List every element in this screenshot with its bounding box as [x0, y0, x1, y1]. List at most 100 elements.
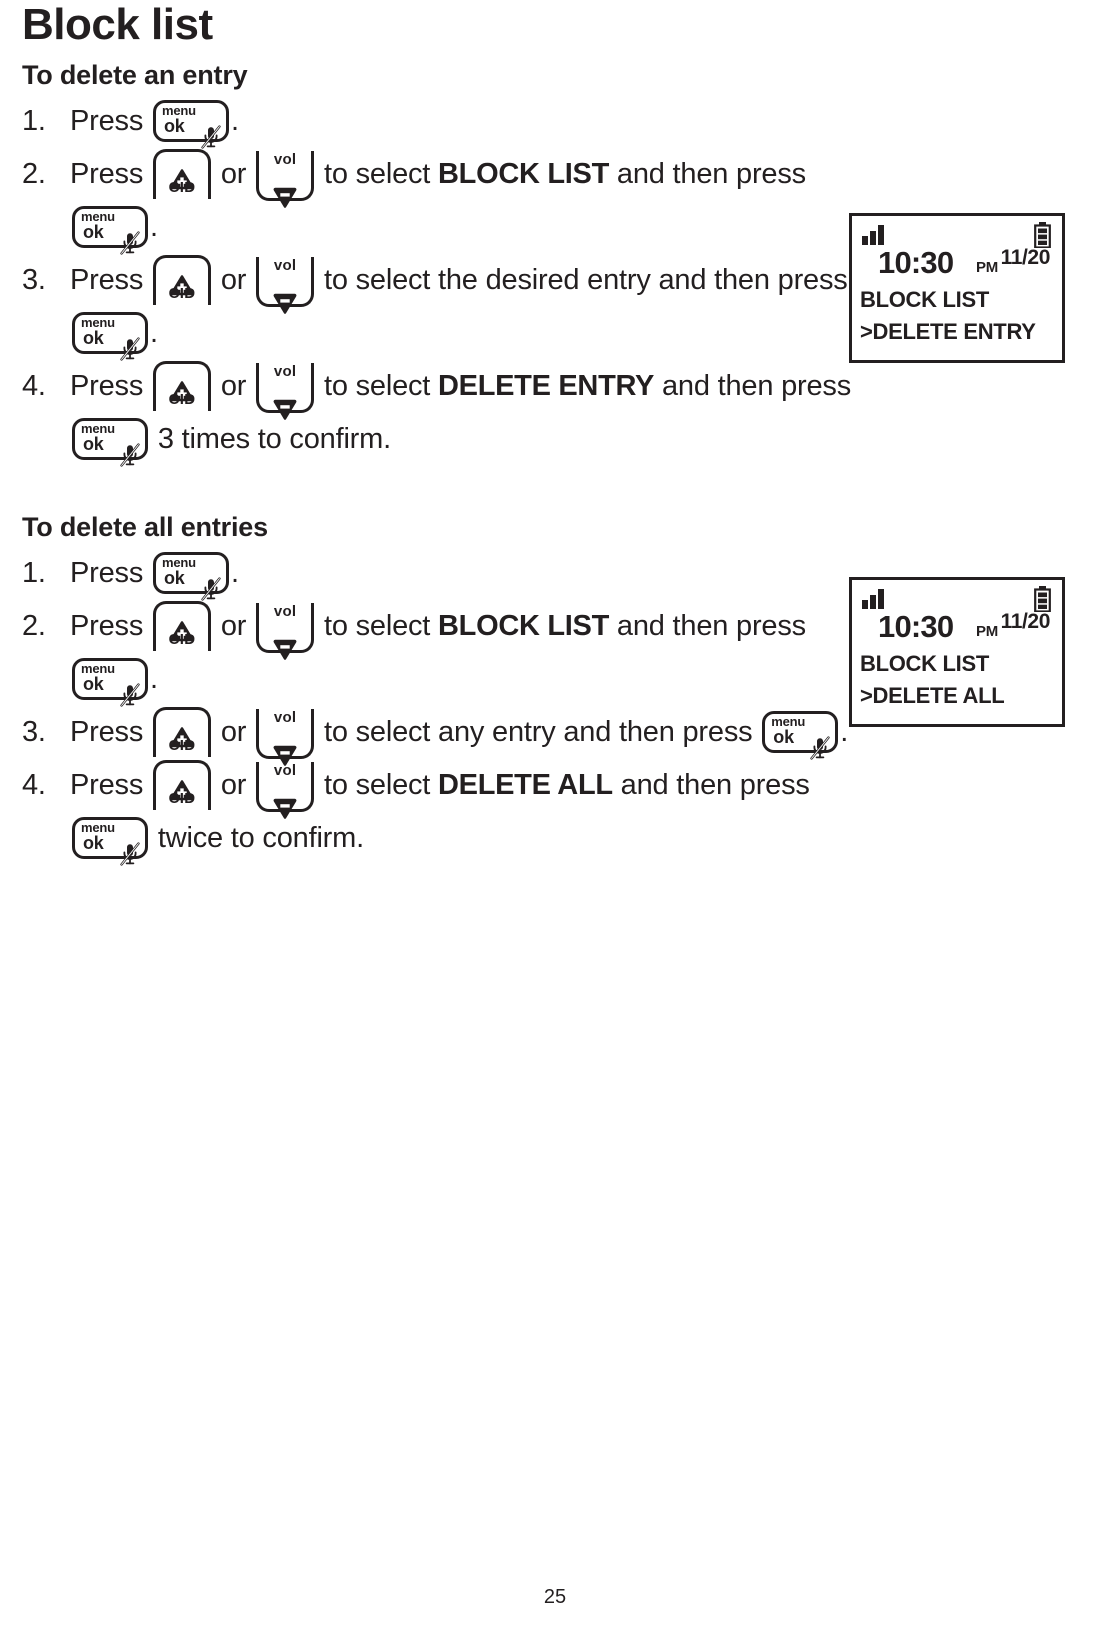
cid-up-key[interactable]: CID: [153, 148, 211, 199]
cid-up-key[interactable]: CID: [153, 254, 211, 305]
triangle-down-minus-icon: [272, 174, 298, 208]
step-text: Press CID or vol to select DELETE ALL an…: [70, 759, 867, 866]
menu-ok-key-ok-label: ok: [83, 433, 104, 454]
cid-up-key-label: CID: [168, 789, 196, 807]
menu-ok-key[interactable]: menu ok: [762, 710, 839, 760]
cid-up-key-label: CID: [168, 178, 196, 196]
menu-option-name: DELETE ENTRY: [438, 370, 655, 403]
triangle-down-minus-icon: [272, 785, 298, 819]
vol-down-key[interactable]: vol: [256, 708, 315, 766]
step-text-run: to select: [316, 370, 439, 403]
menu-ok-key[interactable]: menu ok: [72, 816, 148, 866]
triangle-up-plus-icon: [169, 155, 195, 189]
step-text: Press menu ok.: [70, 95, 867, 149]
step-item: 2. Press CID or vol to select BLOCK LIST …: [22, 600, 867, 707]
step-text-run: Press: [70, 264, 151, 297]
menu-ok-key-ok-label: ok: [83, 327, 104, 348]
menu-ok-key-ok-label: ok: [83, 673, 104, 694]
step-number: 3.: [22, 264, 46, 297]
step-text-run: twice to confirm.: [150, 822, 364, 855]
step-text: Press menu ok.: [70, 547, 867, 601]
step-text-run: Press: [70, 158, 151, 191]
step-text-run: to select any entry and then press: [316, 716, 761, 749]
lcd-ampm: PM: [976, 259, 999, 276]
menu-option-name: DELETE ALL: [438, 769, 613, 802]
step-text-run: .: [231, 557, 239, 590]
battery-full-icon: [1034, 586, 1051, 613]
steps-list-delete-an-entry: 1. Press menu ok. 2. Press CID or vol to sel…: [22, 95, 867, 467]
step-item: 3. Press CID or vol to select the desired…: [22, 254, 867, 361]
step-text-run: .: [231, 105, 239, 138]
vol-down-key[interactable]: vol: [256, 256, 315, 314]
vol-down-key-label: vol: [273, 761, 297, 779]
step-text-run: Press: [70, 769, 151, 802]
step-number: 3.: [22, 716, 46, 749]
cid-up-key[interactable]: CID: [153, 600, 211, 651]
vol-down-key[interactable]: vol: [256, 602, 315, 660]
cid-up-key[interactable]: CID: [153, 759, 211, 810]
mic-muted-icon: [810, 725, 830, 760]
lcd-screen-delete-entry: 10:30 PM 11/20 BLOCK LIST >DELETE ENTRY: [849, 213, 1065, 363]
step-text-run: to select the desired entry and then pre…: [316, 264, 848, 297]
cid-up-key-label: CID: [168, 736, 196, 754]
step-text-run: .: [150, 211, 158, 244]
cid-up-key-label: CID: [168, 390, 196, 408]
step-text-run: and then press: [609, 158, 806, 191]
cid-up-key-label: CID: [168, 284, 196, 302]
mic-muted-icon: [120, 220, 140, 255]
menu-option-name: BLOCK LIST: [438, 610, 610, 643]
step-text-run: .: [150, 663, 158, 696]
cid-up-key[interactable]: CID: [153, 706, 211, 757]
step-text-run: to select: [316, 610, 439, 643]
step-text-run: Press: [70, 370, 151, 403]
vol-down-key-label: vol: [273, 708, 297, 726]
step-text-run: Press: [70, 557, 151, 590]
step-text-run: .: [840, 716, 849, 749]
mic-muted-icon: [201, 566, 221, 601]
lcd-line-2: >DELETE ALL: [860, 683, 1005, 708]
triangle-down-minus-icon: [272, 386, 298, 420]
step-text-run: or: [213, 158, 255, 191]
step-text-run: or: [213, 370, 255, 403]
step-item: 2. Press CID or vol to select BLOCK LIST …: [22, 148, 867, 255]
step-text: Press CID or vol to select any entry and…: [70, 706, 867, 766]
step-text-run: to select: [316, 769, 439, 802]
step-text-run: or: [213, 716, 255, 749]
menu-option-name: BLOCK LIST: [438, 158, 610, 191]
step-text-run: Press: [70, 105, 151, 138]
step-text-run: and then press: [609, 610, 806, 643]
step-item: 1. Press menu ok.: [22, 547, 867, 601]
menu-ok-key[interactable]: menu ok: [153, 551, 229, 601]
step-text-run: to select: [316, 158, 439, 191]
triangle-up-plus-icon: [169, 367, 195, 401]
step-number: 4.: [22, 769, 46, 802]
lcd-time: 10:30: [878, 245, 954, 280]
manual-page: Block list To delete an entry 1. Press me…: [0, 0, 1110, 1629]
step-item: 4. Press CID or vol to select DELETE ENTR…: [22, 360, 867, 467]
step-text-run: Press: [70, 610, 151, 643]
triangle-up-plus-icon: [169, 261, 195, 295]
lcd-line-2: >DELETE ENTRY: [860, 319, 1036, 344]
menu-ok-key[interactable]: menu ok: [153, 99, 229, 149]
section-heading-delete-all-entries: To delete all entries: [22, 512, 268, 543]
lcd-screen-delete-all: 10:30 PM 11/20 BLOCK LIST >DELETE ALL: [849, 577, 1065, 727]
menu-ok-key[interactable]: menu ok: [72, 311, 148, 361]
step-text: Press CID or vol to select the desired e…: [70, 254, 867, 361]
vol-down-key[interactable]: vol: [256, 150, 315, 208]
lcd-time-row: 10:30 PM 11/20: [860, 246, 1054, 284]
menu-ok-key[interactable]: menu ok: [72, 205, 148, 255]
signal-bars-icon: [862, 225, 888, 245]
step-text: Press CID or vol to select BLOCK LIST an…: [70, 148, 867, 255]
vol-down-key[interactable]: vol: [256, 362, 315, 420]
step-text-run: 3 times to confirm.: [150, 423, 391, 456]
vol-down-key-label: vol: [273, 602, 297, 620]
menu-ok-key[interactable]: menu ok: [72, 417, 148, 467]
mic-muted-icon: [201, 114, 221, 149]
cid-up-key[interactable]: CID: [153, 360, 211, 411]
vol-down-key[interactable]: vol: [256, 761, 315, 819]
step-text-run: or: [213, 769, 255, 802]
mic-muted-icon: [120, 432, 140, 467]
triangle-up-plus-icon: [169, 713, 195, 747]
menu-ok-key[interactable]: menu ok: [72, 657, 148, 707]
section-heading-delete-an-entry: To delete an entry: [22, 60, 248, 91]
